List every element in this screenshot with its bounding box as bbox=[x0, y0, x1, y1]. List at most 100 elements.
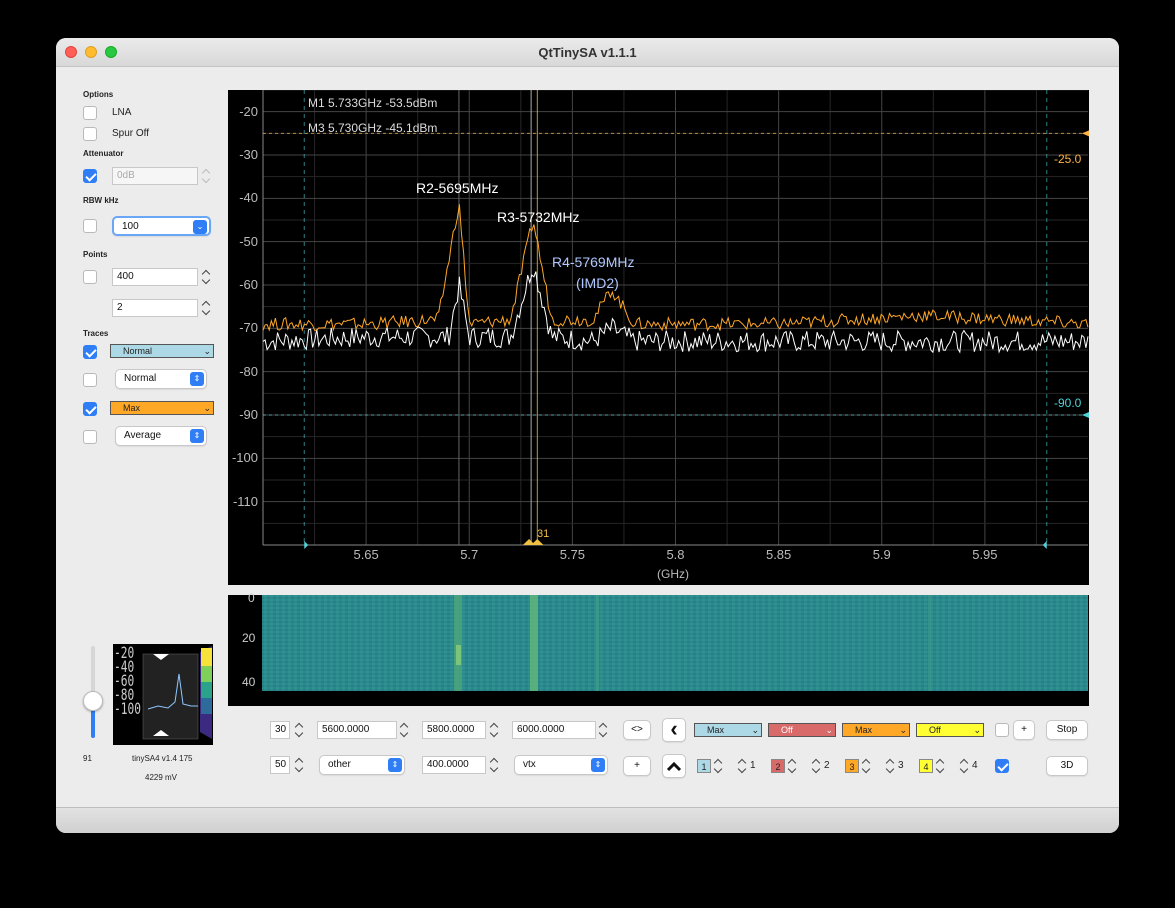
trace1-quick-select[interactable]: Max ⌄ bbox=[694, 723, 762, 737]
spur-off-label: Spur Off bbox=[112, 128, 150, 139]
attenuator-input[interactable]: 0dB bbox=[112, 167, 198, 185]
points-stepper[interactable] bbox=[201, 268, 211, 286]
trace3-mode-select[interactable]: Max ⌄ bbox=[110, 401, 214, 415]
marker1-stepper[interactable] bbox=[713, 757, 723, 775]
stop-freq-stepper[interactable] bbox=[598, 721, 608, 739]
trace3-checkbox[interactable] bbox=[83, 402, 97, 416]
scale-div-input[interactable]: 50 bbox=[270, 756, 290, 774]
stop-freq-input[interactable]: 6000.0000 bbox=[512, 721, 596, 739]
center-freq-input[interactable]: 5800.0000 bbox=[422, 721, 486, 739]
trace4-mode-select[interactable]: Average ⇕ bbox=[115, 426, 207, 446]
trace2-mode-value: Normal bbox=[124, 373, 157, 384]
annotation-imd2: (IMD2) bbox=[576, 275, 619, 291]
lna-checkbox[interactable] bbox=[83, 106, 97, 120]
brightness-slider-handle[interactable] bbox=[83, 691, 103, 711]
spectrum-plot[interactable] bbox=[228, 89, 1089, 585]
rbw-select[interactable]: 100 ⌄ bbox=[112, 216, 211, 236]
trace2-quick-select[interactable]: Off ⌄ bbox=[768, 723, 836, 737]
chevron-up-icon[interactable] bbox=[662, 754, 686, 778]
y-tick-label: -110 bbox=[232, 493, 258, 509]
attenuator-stepper[interactable] bbox=[201, 167, 211, 185]
rbw-heading: RBW kHz bbox=[83, 196, 119, 205]
marker2-freq-stepper[interactable] bbox=[811, 757, 821, 775]
start-freq-input[interactable]: 5600.0000 bbox=[317, 721, 397, 739]
preset-value: other bbox=[328, 759, 351, 770]
annotation-r2: R2-5695MHz bbox=[416, 180, 499, 196]
trace4-quick-select[interactable]: Off ⌄ bbox=[916, 723, 984, 737]
marker4-freq-stepper[interactable] bbox=[959, 757, 969, 775]
scale-top-input[interactable]: 30 bbox=[270, 721, 290, 739]
marker3-readout: M3 5.730GHz -45.1dBm bbox=[308, 121, 438, 135]
marker4-number: 4 bbox=[972, 760, 978, 771]
y-tick-label: -90 bbox=[239, 407, 258, 422]
waterfall-tick: 0 bbox=[248, 591, 255, 605]
marker3-freq-stepper[interactable] bbox=[885, 757, 895, 775]
trace1-quick-value: Max bbox=[707, 725, 725, 735]
chevron-down-icon: ⌄ bbox=[825, 725, 833, 735]
slider-value: 91 bbox=[83, 754, 92, 763]
lower-limit-label: -90.0 bbox=[1054, 396, 1082, 410]
trace4-quick-value: Off bbox=[929, 725, 941, 735]
span-stepper[interactable] bbox=[489, 756, 499, 774]
x-tick-label: 5.65 bbox=[353, 547, 379, 562]
scale-div-stepper[interactable] bbox=[294, 756, 304, 774]
option-checkbox[interactable] bbox=[995, 723, 1009, 737]
trace3-quick-select[interactable]: Max ⌄ bbox=[842, 723, 910, 737]
preset-select[interactable]: other ⇕ bbox=[319, 755, 405, 775]
x-tick-label: 5.95 bbox=[972, 547, 998, 562]
marker4-stepper[interactable] bbox=[935, 757, 945, 775]
three-d-button[interactable]: 3D bbox=[1046, 756, 1088, 776]
points-auto-checkbox[interactable] bbox=[83, 270, 97, 284]
points-secondary-input[interactable]: 2 bbox=[112, 299, 198, 317]
marker2-badge[interactable]: 2 bbox=[771, 759, 785, 773]
trace2-mode-select[interactable]: Normal ⇕ bbox=[115, 369, 207, 389]
marker2-stepper[interactable] bbox=[787, 757, 797, 775]
waterfall-display[interactable]: 0 20 40 bbox=[228, 591, 1089, 706]
chevron-down-icon: ⌄ bbox=[193, 220, 207, 234]
start-freq-stepper[interactable] bbox=[399, 721, 409, 739]
marker1-freq-stepper[interactable] bbox=[737, 757, 747, 775]
add-marker-button[interactable]: + bbox=[623, 756, 651, 776]
status-bar bbox=[56, 807, 1119, 833]
device-version: tinySA4 v1.4 175 bbox=[132, 754, 193, 763]
trace1-mode-select[interactable]: Normal ⌄ bbox=[110, 344, 214, 358]
chevron-updown-icon: ⇕ bbox=[388, 758, 402, 772]
waterfall-tick: 20 bbox=[242, 631, 256, 645]
chevron-updown-icon: ⇕ bbox=[190, 429, 204, 443]
swap-button[interactable]: <> bbox=[623, 720, 651, 740]
device-screen-thumbnail: -20 -40 -60 -80 -100 bbox=[113, 644, 213, 745]
y-tick-label: -40 bbox=[239, 190, 258, 206]
chevron-down-icon: ⌄ bbox=[203, 346, 211, 356]
scale-top-stepper[interactable] bbox=[294, 721, 304, 739]
band-select[interactable]: vtx ⇕ bbox=[514, 755, 608, 775]
add-button[interactable]: + bbox=[1013, 720, 1035, 740]
points-secondary-stepper[interactable] bbox=[201, 299, 211, 317]
battery-voltage: 4229 mV bbox=[145, 773, 178, 782]
y-tick-label: -60 bbox=[239, 277, 258, 292]
marker1-number: 1 bbox=[750, 760, 756, 771]
annotation-r4: R4-5769MHz bbox=[552, 254, 635, 270]
marker4-badge[interactable]: 4 bbox=[919, 759, 933, 773]
stop-button[interactable]: Stop bbox=[1046, 720, 1088, 740]
trace4-mode-value: Average bbox=[124, 430, 162, 441]
marker1-readout: M1 5.733GHz -53.5dBm bbox=[308, 96, 438, 110]
chevron-left-icon[interactable]: ‹ bbox=[662, 718, 686, 742]
trace2-checkbox[interactable] bbox=[83, 373, 97, 387]
marker3-stepper[interactable] bbox=[861, 757, 871, 775]
trace4-checkbox[interactable] bbox=[83, 430, 97, 444]
spur-off-checkbox[interactable] bbox=[83, 127, 97, 141]
span-input[interactable]: 400.0000 bbox=[422, 756, 486, 774]
title-bar: QtTinySA v1.1.1 bbox=[56, 38, 1119, 67]
attenuator-auto-checkbox[interactable] bbox=[83, 169, 97, 183]
rbw-auto-checkbox[interactable] bbox=[83, 219, 97, 233]
marker3-badge[interactable]: 3 bbox=[845, 759, 859, 773]
trace1-checkbox[interactable] bbox=[83, 345, 97, 359]
trace3-mode-value: Max bbox=[123, 403, 141, 413]
marker1-badge[interactable]: 1 bbox=[697, 759, 711, 773]
points-input[interactable]: 400 bbox=[112, 268, 198, 286]
lna-label: LNA bbox=[112, 107, 132, 118]
center-freq-stepper[interactable] bbox=[489, 721, 499, 739]
chevron-updown-icon: ⇕ bbox=[591, 758, 605, 772]
spectrum-chart[interactable]: M1 5.733GHz -53.5dBm M3 5.730GHz -45.1dB… bbox=[228, 89, 1089, 585]
marker-enable-checkbox[interactable] bbox=[995, 759, 1009, 773]
